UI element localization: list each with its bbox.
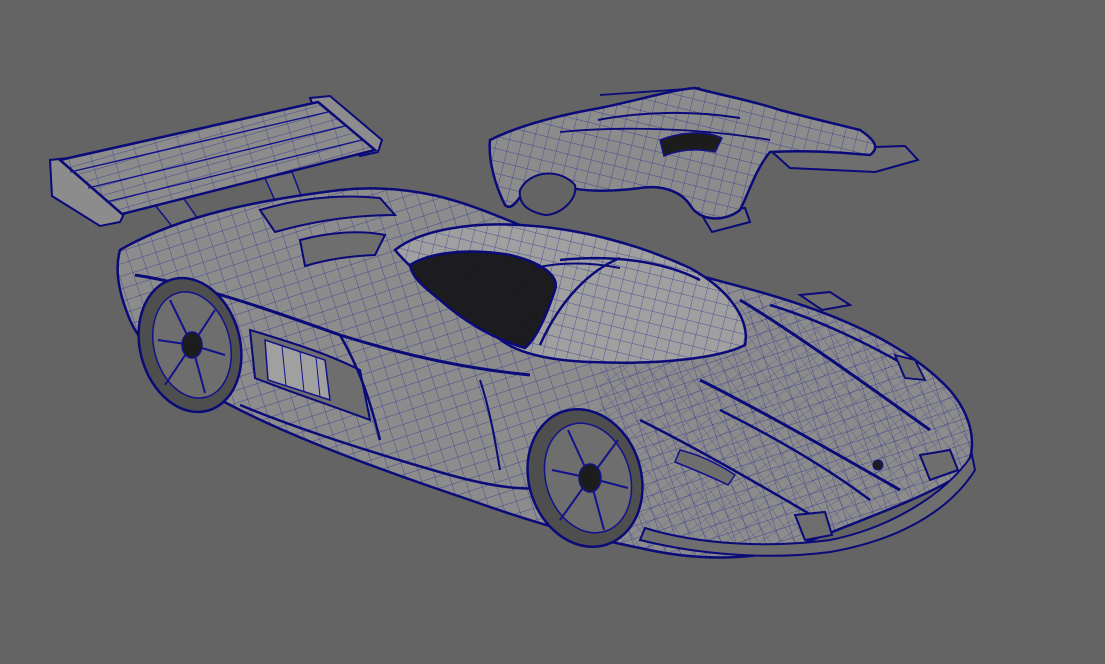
3d-viewport[interactable]	[0, 0, 1105, 664]
wireframe-scene[interactable]	[0, 0, 1105, 664]
